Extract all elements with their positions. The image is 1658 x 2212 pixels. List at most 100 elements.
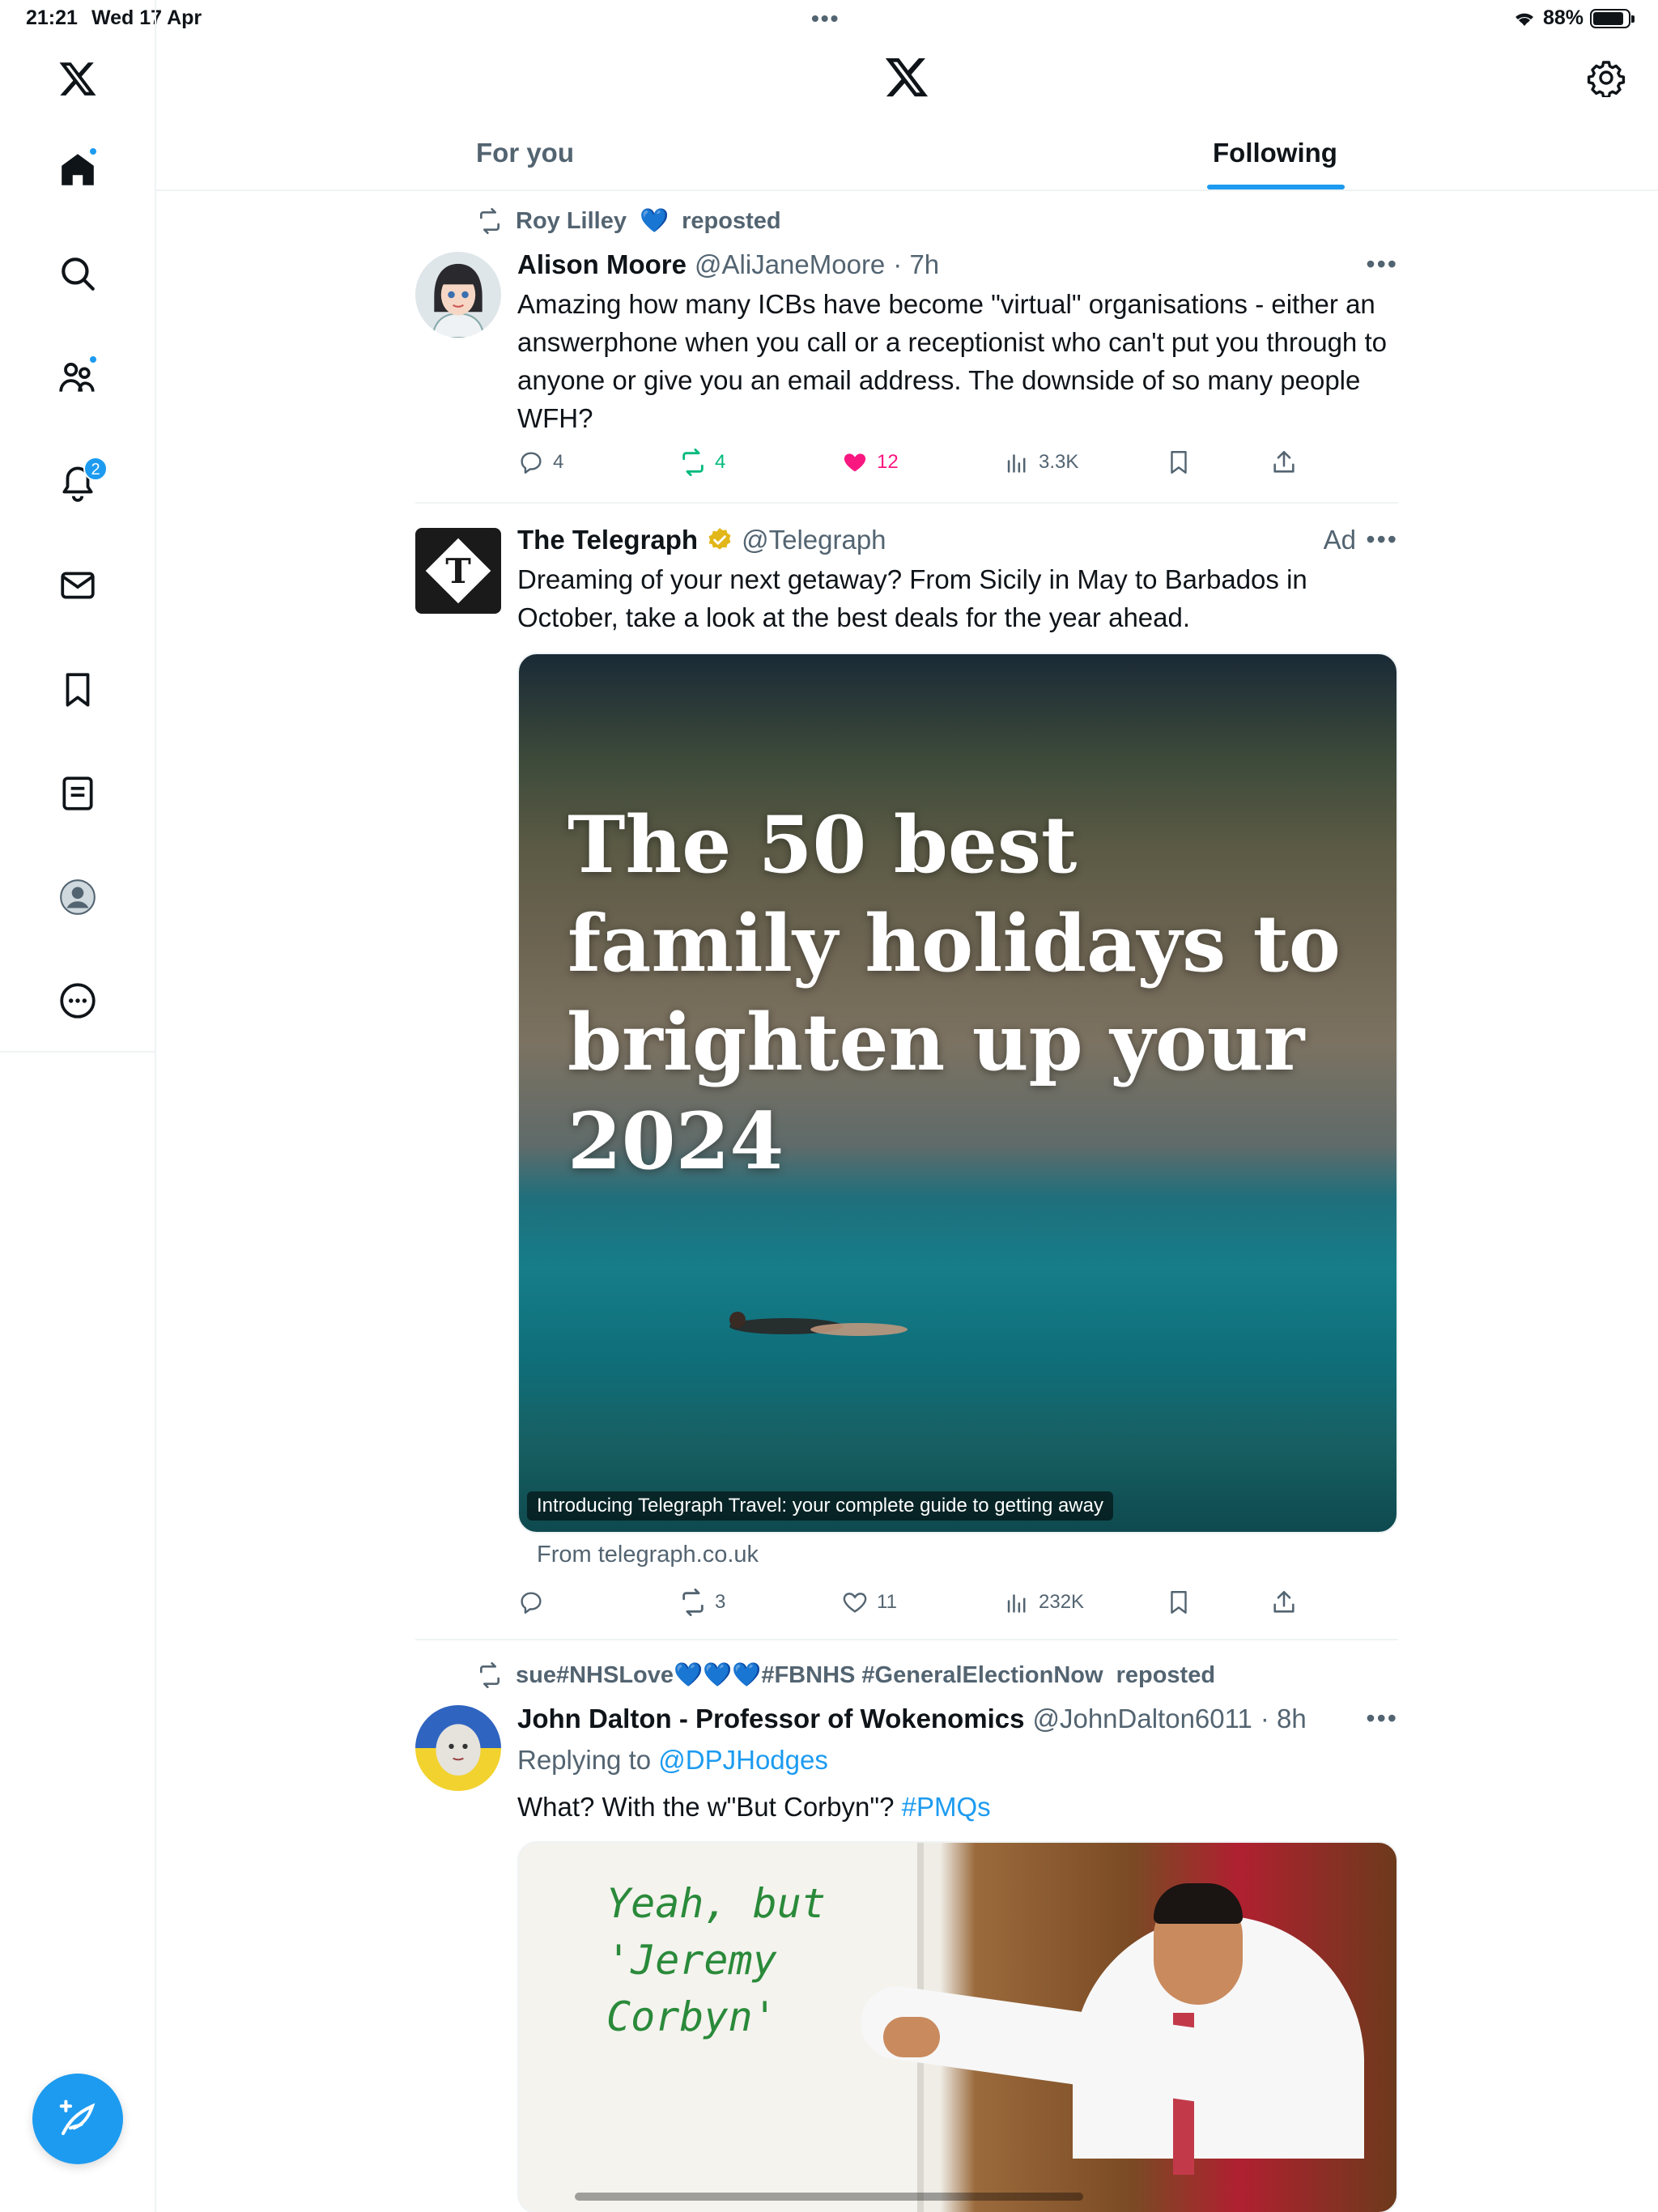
list-icon[interactable] <box>49 765 106 822</box>
more-options-icon[interactable]: ••• <box>1366 249 1398 279</box>
gear-icon[interactable] <box>1587 58 1626 97</box>
more-icon[interactable] <box>49 972 106 1029</box>
views-chart-icon <box>1007 454 1026 473</box>
x-logo-icon[interactable] <box>883 53 930 100</box>
avatar[interactable] <box>415 252 501 338</box>
more-options-icon[interactable]: ••• <box>1366 1704 1398 1733</box>
reply-button[interactable] <box>517 1589 553 1616</box>
post-time[interactable]: · 8h <box>1261 1704 1307 1734</box>
ad-image-caption: Introducing Telegraph Travel: your compl… <box>527 1491 1113 1521</box>
author-handle[interactable]: @JohnDalton6011 <box>1032 1704 1252 1734</box>
person-hand <box>883 2017 940 2057</box>
avatar[interactable] <box>415 1705 501 1791</box>
view-count: 3.3K <box>1039 451 1079 473</box>
bell-icon[interactable]: 2 <box>49 453 108 510</box>
sidebar: 2 <box>0 0 156 2212</box>
mail-icon[interactable] <box>49 557 106 614</box>
action-bar: 4 4 12 3.3K <box>517 449 1327 481</box>
like-button[interactable]: 12 <box>841 449 899 476</box>
repost-by[interactable]: sue#NHSLove💙💙💙#FBNHS #GeneralElectionNow <box>516 1661 1103 1689</box>
timeline-header: For you Following <box>156 0 1658 191</box>
author-name[interactable]: John Dalton - Professor of Wokenomics <box>517 1704 1024 1734</box>
x-logo-icon[interactable] <box>49 50 106 107</box>
tab-following[interactable]: Following <box>1213 138 1337 168</box>
hashtag-link[interactable]: #PMQs <box>902 1792 991 1822</box>
repost-by[interactable]: Roy Lilley <box>516 208 627 235</box>
replying-to-handle[interactable]: @DPJHodges <box>658 1745 828 1775</box>
share-icon <box>1273 450 1295 473</box>
meme-image[interactable]: Yeah, but 'Jeremy Corbyn' <box>517 1841 1398 2212</box>
communities-notification-dot <box>88 355 98 364</box>
compose-feather-icon <box>59 2099 96 2136</box>
repost-indicator: Roy Lilley 💙 reposted <box>477 207 781 235</box>
home-notification-dot <box>88 147 98 156</box>
action-bar: 3 11 232K <box>517 1589 1327 1621</box>
reply-icon <box>521 452 542 474</box>
active-tab-indicator <box>1207 185 1345 189</box>
author-name[interactable]: Alison Moore <box>517 249 687 280</box>
ad-image[interactable]: The 50 best family holidays to brighten … <box>517 653 1398 1534</box>
post-text: What? With the w"But Corbyn"? <box>517 1792 895 1822</box>
view-count: 232K <box>1039 1591 1085 1613</box>
replying-to-label: Replying to <box>517 1745 652 1775</box>
repost-emoji: 💙 <box>640 208 670 234</box>
whiteboard-line: Corbyn' <box>606 1993 777 2040</box>
heart-filled-icon <box>844 453 866 472</box>
bookmark-button[interactable] <box>1165 449 1192 476</box>
sidebar-divider <box>0 1051 156 1053</box>
author-line: The Telegraph @Telegraph <box>517 525 886 555</box>
avatar-icon[interactable] <box>49 869 106 925</box>
post-divider <box>415 1639 1398 1640</box>
views-button[interactable]: 232K <box>1003 1589 1084 1616</box>
author-handle[interactable]: @AliJaneMoore <box>695 249 885 280</box>
repost-icon <box>682 449 704 476</box>
repost-indicator: sue#NHSLove💙💙💙#FBNHS #GeneralElectionNow… <box>477 1661 1215 1689</box>
search-icon[interactable] <box>49 245 106 302</box>
avatar[interactable]: T <box>415 528 501 614</box>
swimmer-illustration <box>729 1312 908 1336</box>
verified-gold-badge-icon <box>708 528 731 550</box>
whiteboard-line: Yeah, but <box>606 1880 826 1927</box>
post-text-line: What? With the w"But Corbyn"? #PMQs <box>517 1788 1392 1826</box>
repost-button[interactable]: 4 <box>679 449 725 476</box>
bookmark-icon <box>1171 1591 1187 1614</box>
compose-button[interactable] <box>32 2074 123 2164</box>
repost-icon <box>682 1589 704 1616</box>
share-button[interactable] <box>1270 449 1298 476</box>
reply-button[interactable]: 4 <box>517 449 563 476</box>
author-handle[interactable]: @Telegraph <box>742 525 886 555</box>
views-chart-icon <box>1007 1594 1026 1613</box>
ad-label: Ad <box>1323 525 1356 555</box>
share-button[interactable] <box>1270 1589 1298 1616</box>
post-text: Amazing how many ICBs have become "virtu… <box>517 289 1387 433</box>
like-count: 12 <box>877 451 899 473</box>
communities-icon[interactable] <box>49 350 106 406</box>
whiteboard-line: 'Jeremy <box>606 1937 777 1984</box>
bookmark-button[interactable] <box>1165 1589 1192 1616</box>
replying-to-line: Replying to @DPJHodges <box>517 1741 1392 1779</box>
tab-for-you[interactable]: For you <box>476 138 574 168</box>
notifications-badge: 2 <box>83 457 108 481</box>
author-name[interactable]: The Telegraph <box>517 525 698 555</box>
post-divider <box>415 502 1398 504</box>
link-source[interactable]: From telegraph.co.uk <box>537 1542 759 1568</box>
more-options-icon[interactable]: ••• <box>1366 525 1398 555</box>
bookmark-icon[interactable] <box>49 661 106 718</box>
repost-button[interactable]: 3 <box>679 1589 725 1616</box>
person-hair <box>1154 1883 1243 1924</box>
repost-count: 3 <box>715 1591 726 1613</box>
home-indicator[interactable] <box>575 2193 1083 2201</box>
repost-icon <box>480 1662 500 1688</box>
reply-icon <box>521 1592 542 1614</box>
post-time[interactable]: · 7h <box>893 249 939 280</box>
author-line: Alison Moore @AliJaneMoore · 7h <box>517 249 939 280</box>
like-count: 11 <box>877 1591 897 1613</box>
repost-icon <box>480 208 500 234</box>
heart-icon <box>843 1593 867 1613</box>
home-icon[interactable] <box>49 142 106 198</box>
views-button[interactable]: 3.3K <box>1003 449 1078 476</box>
like-button[interactable]: 11 <box>841 1589 897 1616</box>
svg-text:T: T <box>445 551 471 591</box>
repost-count: 4 <box>715 451 726 473</box>
share-icon <box>1273 1590 1295 1613</box>
